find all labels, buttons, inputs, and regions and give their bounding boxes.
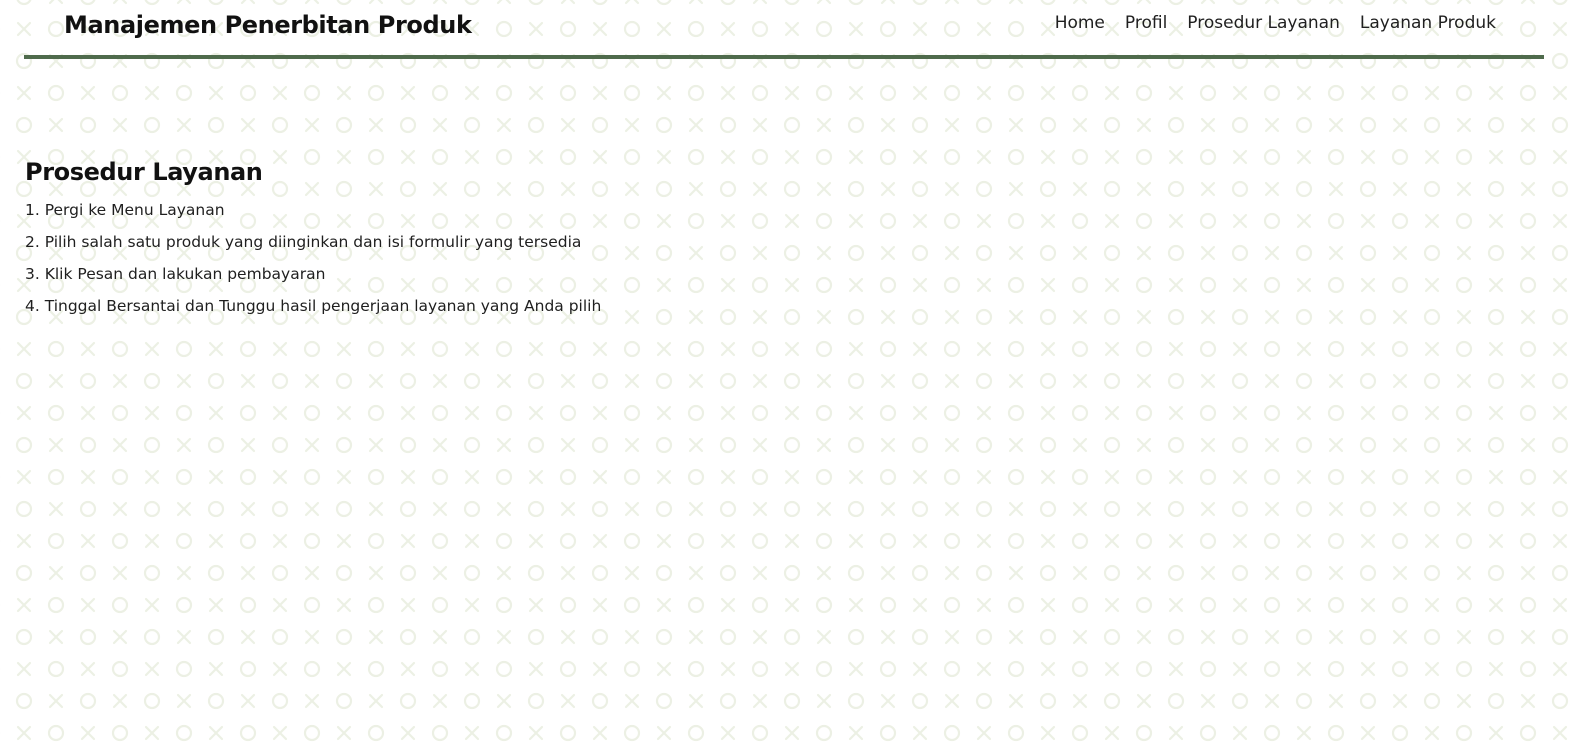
procedure-step: 1. Pergi ke Menu Layanan — [25, 201, 225, 219]
nav-link-layanan-produk[interactable]: Layanan Produk — [1360, 13, 1496, 33]
nav-link-home[interactable]: Home — [1055, 13, 1105, 33]
page-title: Prosedur Layanan — [25, 158, 263, 186]
procedure-step: 3. Klik Pesan dan lakukan pembayaran — [25, 265, 326, 283]
procedure-step: 4. Tinggal Bersantai dan Tunggu hasil pe… — [25, 297, 602, 315]
procedure-steps: 1. Pergi ke Menu Layanan 2. Pilih salah … — [25, 194, 601, 322]
nav-link-prosedur-layanan[interactable]: Prosedur Layanan — [1187, 13, 1340, 33]
main-nav: Home Profil Prosedur Layanan Layanan Pro… — [1055, 13, 1496, 33]
background-pattern — [0, 0, 1570, 750]
site-header: Manajemen Penerbitan Produk Home Profil … — [24, 0, 1544, 55]
main-content: Prosedur Layanan 1. Pergi ke Menu Layana… — [25, 158, 601, 322]
nav-link-profil[interactable]: Profil — [1125, 13, 1167, 33]
header-divider — [24, 55, 1544, 59]
procedure-step: 2. Pilih salah satu produk yang diingink… — [25, 233, 582, 251]
site-brand[interactable]: Manajemen Penerbitan Produk — [64, 11, 472, 39]
